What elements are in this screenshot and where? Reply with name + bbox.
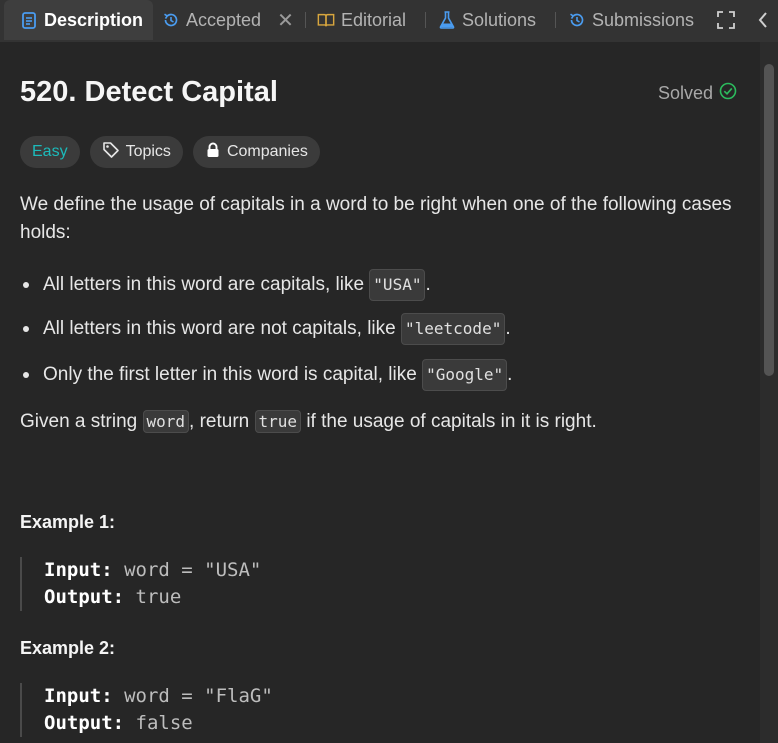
task-text: , return [189,411,255,432]
list-item: All letters in this word are capitals, l… [20,269,431,301]
tab-description[interactable]: Description [4,0,154,40]
description-icon [20,11,38,29]
tab-submissions[interactable]: Submissions [568,0,694,40]
bullet-dot [23,326,29,332]
example-block: Input: word = "FlaG" Output: false [20,683,273,737]
tab-divider [425,12,426,28]
tab-divider [555,12,556,28]
scrollbar-thumb[interactable] [764,64,774,376]
example-title: Example 2: [20,638,116,658]
tab-divider [305,12,306,28]
input-value: word = "FlaG" [124,685,273,707]
example-output: Output: false [44,710,273,737]
tab-solutions[interactable]: Solutions [438,0,536,40]
example-input: Input: word = "FlaG" [44,683,273,710]
difficulty-badge: Easy [20,136,80,168]
case-end: . [505,318,511,339]
tab-bar: Description Accepted ✕ Editorial Solutio… [0,0,778,42]
solved-label: Solved [658,83,714,103]
input-label: Input: [44,685,113,707]
tab-description-label: Description [44,9,144,30]
case-end: . [425,274,431,295]
solved-status: Solved [658,82,737,105]
task-statement: Given a string word, return true if the … [20,408,750,436]
tab-accepted[interactable]: Accepted ✕ [162,0,294,40]
input-label: Input: [44,559,113,581]
example-input: Input: word = "USA" [44,557,261,584]
input-value: word = "USA" [124,559,262,581]
inline-code: "USA" [369,269,426,301]
output-value: true [135,586,182,608]
companies-button[interactable]: Companies [192,136,320,168]
output-label: Output: [44,586,125,608]
inline-code: "leetcode" [401,313,506,345]
topics-button[interactable]: Topics [89,136,183,168]
tag-row: Easy Topics Companies [20,136,320,168]
inline-code: true [254,410,302,433]
tab-submissions-label: Submissions [592,9,695,30]
task-text: Given a string [20,411,143,432]
example-output: Output: true [44,584,261,611]
case-text: All letters in this word are not capital… [43,318,396,339]
book-icon [317,11,335,29]
tab-editorial[interactable]: Editorial [317,0,406,40]
history-icon [162,11,180,29]
list-item: Only the first letter in this word is ca… [20,359,512,391]
bullet-dot [23,372,29,378]
example-block: Input: word = "USA" Output: true [20,557,261,611]
inline-code: "Google" [422,359,508,391]
case-text: All letters in this word are capitals, l… [43,274,365,295]
close-icon[interactable]: ✕ [277,8,294,33]
case-text: Only the first letter in this word is ca… [43,364,417,385]
problem-title: 520. Detect Capital [20,76,278,108]
tag-icon [102,141,120,164]
example-title: Example 1: [20,512,116,532]
chevron-left-icon[interactable] [753,10,773,30]
problem-intro: We define the usage of capitals in a wor… [20,194,732,243]
tab-solutions-label: Solutions [462,9,537,30]
bullet-dot [23,282,29,288]
tab-editorial-label: Editorial [341,9,407,30]
fullscreen-icon[interactable] [716,10,736,30]
inline-code: word [142,410,190,433]
lock-icon [205,142,221,163]
problem-description-panel: 520. Detect Capital Solved Easy Topics C… [0,42,760,743]
output-value: false [135,712,193,734]
flask-icon [438,11,456,29]
case-end: . [507,364,513,385]
check-circle-icon [719,82,737,105]
topics-label: Topics [125,143,171,160]
history-icon [568,11,586,29]
tab-accepted-label: Accepted [186,9,262,30]
companies-label: Companies [226,143,308,160]
output-label: Output: [44,712,125,734]
task-text: if the usage of capitals in it is right. [301,411,597,432]
list-item: All letters in this word are not capital… [20,313,511,345]
